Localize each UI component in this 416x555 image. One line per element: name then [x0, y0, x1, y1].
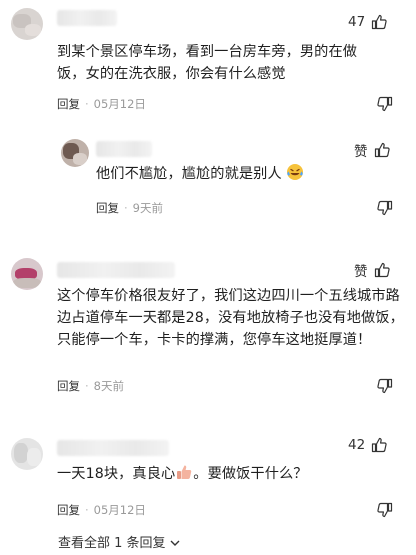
comment-meta: 回复 · 8天前: [57, 379, 124, 393]
dislike-icon[interactable]: [377, 378, 393, 398]
reply-button[interactable]: 回复: [57, 503, 80, 517]
comment-meta: 回复 · 9天前: [96, 201, 163, 215]
like-label: 赞: [354, 264, 368, 280]
thumbs-up-icon: [374, 142, 390, 158]
thumbs-up-icon: [374, 262, 390, 278]
dislike-icon[interactable]: [377, 200, 393, 220]
like-count: 47: [348, 14, 366, 30]
comment-4: 42 一天18块，真良心 。要做饭干什么？ 回复 · 05月12日: [0, 430, 416, 530]
comment-1: 47 到某个景区停车场，看到一台房车旁，男的在做饭，女的在洗衣服，你会有什么感觉…: [0, 0, 416, 120]
reply-button[interactable]: 回复: [57, 97, 80, 111]
username-blurred[interactable]: [57, 440, 169, 456]
comment-date: 8天前: [93, 379, 124, 393]
comment-text: 他们不尴尬，尴尬的就是别人: [96, 163, 356, 188]
like-button[interactable]: 赞: [354, 140, 390, 160]
laughing-crying-face-icon: [286, 163, 304, 188]
dislike-icon[interactable]: [377, 502, 393, 522]
username-blurred[interactable]: [57, 262, 175, 278]
comment-meta: 回复 · 05月12日: [57, 97, 146, 111]
comment-text: 这个停车价格很友好了，我们这边四川一个五线城市路边占道停车一天都是28，没有地放…: [57, 288, 404, 348]
avatar[interactable]: [11, 8, 43, 40]
comment-2-reply: 赞 他们不尴尬，尴尬的就是别人 回复 · 9天前: [0, 130, 416, 230]
like-button[interactable]: 赞: [354, 260, 390, 280]
reply-button[interactable]: 回复: [96, 201, 119, 215]
comment-3: 赞 这个停车价格很友好了，我们这边四川一个五线城市路边占道停车一天都是28，没有…: [0, 250, 416, 410]
username-blurred[interactable]: [96, 141, 152, 157]
avatar[interactable]: [11, 438, 43, 470]
username-blurred[interactable]: [57, 10, 117, 26]
comment-text: 一天18块，真良心 。要做饭干什么？: [57, 463, 387, 488]
view-all-replies-button[interactable]: 查看全部 1 条回复: [58, 532, 180, 551]
thumbs-up-icon: [371, 437, 387, 453]
view-all-replies-label: 查看全部 1 条回复: [58, 536, 166, 551]
like-button[interactable]: 42: [348, 437, 387, 453]
comment-date: 05月12日: [93, 97, 146, 111]
comment-text: 到某个景区停车场，看到一台房车旁，男的在做饭，女的在洗衣服，你会有什么感觉: [57, 44, 358, 82]
like-button[interactable]: 47: [348, 14, 387, 30]
comment-date: 9天前: [132, 201, 163, 215]
dislike-icon[interactable]: [377, 96, 393, 116]
comment-date: 05月12日: [93, 503, 146, 517]
chevron-down-icon: [170, 537, 180, 550]
thumbs-up-icon: [371, 14, 387, 30]
reply-button[interactable]: 回复: [57, 379, 80, 393]
like-label: 赞: [354, 144, 368, 160]
like-count: 42: [348, 437, 366, 453]
comment-meta: 回复 · 05月12日: [57, 503, 146, 517]
avatar[interactable]: [11, 258, 43, 290]
avatar[interactable]: [61, 139, 89, 167]
thumbs-up-emoji-icon: [175, 463, 193, 488]
